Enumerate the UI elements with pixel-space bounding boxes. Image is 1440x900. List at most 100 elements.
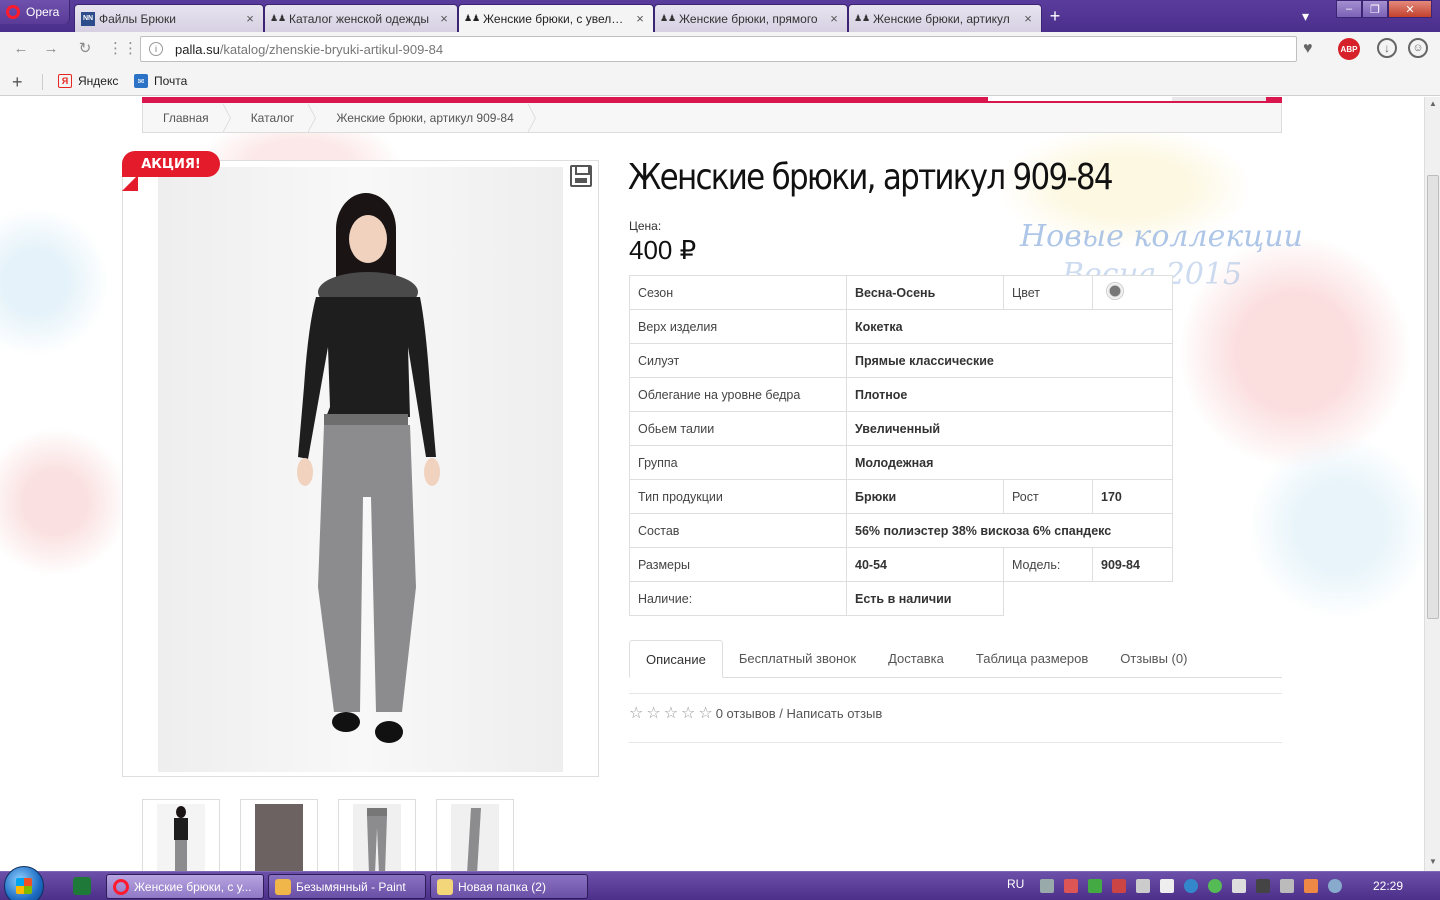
breadcrumb-home[interactable]: Главная: [143, 102, 231, 133]
heart-bookmark-icon[interactable]: ♥: [1303, 40, 1313, 58]
opera-logo-icon: [6, 5, 20, 19]
close-tab-icon[interactable]: ×: [243, 11, 257, 26]
attr-value: 170: [1092, 479, 1173, 514]
close-tab-icon[interactable]: ×: [633, 11, 647, 26]
windows-logo-icon: [16, 878, 32, 894]
tray-monitor-icon[interactable]: [1040, 879, 1054, 893]
star-rating-icon[interactable]: ☆: [629, 703, 643, 723]
opera-icon: [113, 878, 129, 895]
palla-favicon-icon: ♟♟: [269, 13, 287, 23]
url-field[interactable]: i palla.su/katalog/zhenskie-bryuki-artik…: [140, 36, 1297, 62]
download-icon[interactable]: ↓: [1377, 38, 1397, 58]
product-thumbnail-2[interactable]: [240, 799, 318, 871]
tray-shield-icon[interactable]: [1088, 879, 1102, 893]
adblock-plus-icon[interactable]: ABP: [1338, 38, 1360, 60]
scroll-down-arrow-icon[interactable]: ▼: [1425, 855, 1440, 869]
taskbar-item-paint[interactable]: Безымянный - Paint: [268, 874, 426, 899]
tray-app-icon[interactable]: [1256, 879, 1270, 893]
new-tab-plus-icon[interactable]: +: [1046, 7, 1064, 25]
opera-menu-button[interactable]: Opera: [0, 0, 70, 24]
site-search-button[interactable]: [1172, 97, 1266, 101]
color-swatch-icon[interactable]: [1106, 282, 1124, 300]
attr-value: 56% полиэстер 38% вискоза 6% спандекс: [846, 513, 1173, 548]
breadcrumb-catalog[interactable]: Каталог: [231, 102, 317, 133]
tab-reviews[interactable]: Отзывы (0): [1104, 640, 1203, 678]
reload-icon[interactable]: ↻: [76, 40, 94, 58]
new-collection-watermark: Новые коллекции: [1020, 219, 1303, 254]
browser-tab-4[interactable]: ♟♟ Женские брюки, прямого ×: [654, 4, 848, 32]
window-controls: – ❐ ✕: [1336, 0, 1432, 20]
attr-label: Модель:: [1003, 547, 1093, 582]
browser-tab-2[interactable]: ♟♟ Каталог женской одежды ×: [264, 4, 458, 32]
system-clock[interactable]: 22:29: [1373, 879, 1403, 893]
tray-app-icon[interactable]: [1304, 879, 1318, 893]
product-thumbnail-3[interactable]: [338, 799, 416, 871]
reviews-link[interactable]: 0 отзывов / Написать отзыв: [716, 706, 883, 721]
tab-description[interactable]: Описание: [629, 640, 723, 678]
tray-device-icon[interactable]: [1136, 879, 1150, 893]
bookmark-label: Яндекс: [78, 74, 119, 88]
star-rating-icon[interactable]: ☆: [646, 703, 660, 723]
keyboard-language-indicator[interactable]: RU: [1007, 877, 1024, 891]
forward-arrow-icon[interactable]: →: [42, 40, 60, 58]
product-thumbnail-1[interactable]: [142, 799, 220, 871]
excel-icon[interactable]: [73, 877, 91, 895]
browser-tab-5[interactable]: ♟♟ Женские брюки, артикул ×: [848, 4, 1042, 32]
paint-icon: [275, 878, 291, 895]
tray-globe-icon[interactable]: [1328, 879, 1342, 893]
product-thumbnail-4[interactable]: [436, 799, 514, 871]
breadcrumb-current[interactable]: Женские брюки, артикул 909-84: [316, 102, 537, 133]
thumbnail-trousers-side-image: [467, 808, 481, 871]
save-floppy-icon[interactable]: [570, 165, 592, 187]
tab-menu-chevron-icon[interactable]: ▾: [1302, 8, 1309, 25]
tray-app-icon[interactable]: [1064, 879, 1078, 893]
table-row: Группа Молодежная: [629, 445, 1173, 480]
attr-label: Цвет: [1003, 275, 1093, 310]
table-row: Сезон Весна-Осень Цвет: [629, 275, 1173, 310]
browser-tab-1[interactable]: NN Файлы Брюки ×: [74, 4, 264, 32]
product-tabs: Описание Бесплатный звонок Доставка Табл…: [629, 640, 1282, 678]
palla-favicon-icon: ♟♟: [853, 13, 871, 23]
yandex-icon: Я: [58, 74, 72, 88]
product-image-frame[interactable]: [122, 160, 599, 777]
bookmark-pochta[interactable]: ✉ Почта: [134, 74, 187, 88]
scrollbar-thumb[interactable]: [1427, 175, 1439, 619]
add-bookmark-plus-icon[interactable]: +: [12, 72, 23, 93]
taskbar-item-opera[interactable]: Женские брюки, с у...: [106, 874, 264, 899]
tray-torrent-icon[interactable]: [1208, 879, 1222, 893]
star-rating-icon[interactable]: ☆: [698, 703, 712, 723]
window-close-icon[interactable]: ✕: [1388, 0, 1432, 18]
start-button[interactable]: [4, 866, 44, 900]
speed-dial-grid-icon[interactable]: ⋮⋮: [108, 40, 138, 58]
star-rating-icon[interactable]: ☆: [664, 703, 678, 723]
site-info-icon[interactable]: i: [149, 42, 163, 56]
palla-favicon-icon: ♟♟: [463, 13, 481, 23]
page-scrollbar[interactable]: ▲ ▼: [1424, 97, 1440, 871]
maximize-icon[interactable]: ❐: [1362, 0, 1388, 18]
taskbar-item-folder[interactable]: Новая папка (2): [430, 874, 588, 899]
star-rating-icon[interactable]: ☆: [681, 703, 695, 723]
site-search-input[interactable]: [988, 97, 1172, 101]
tab-size-chart[interactable]: Таблица размеров: [960, 640, 1104, 678]
close-tab-icon[interactable]: ×: [437, 11, 451, 26]
scroll-up-arrow-icon[interactable]: ▲: [1425, 97, 1440, 111]
tray-app-icon[interactable]: [1112, 879, 1126, 893]
bookmark-yandex[interactable]: Я Яндекс: [58, 74, 118, 88]
tray-app-icon[interactable]: [1184, 879, 1198, 893]
close-tab-icon[interactable]: ×: [1021, 11, 1035, 26]
tab-free-call[interactable]: Бесплатный звонок: [723, 640, 872, 678]
bookmarks-divider: [42, 74, 43, 90]
minimize-icon[interactable]: –: [1336, 0, 1362, 18]
sale-badge-tail: [122, 175, 138, 191]
product-photo[interactable]: [158, 167, 563, 772]
back-arrow-icon[interactable]: ←: [12, 40, 30, 58]
tray-volume-icon[interactable]: [1232, 879, 1246, 893]
tray-signal-icon[interactable]: [1160, 879, 1174, 893]
user-profile-icon[interactable]: ☺: [1408, 38, 1428, 58]
attr-label: Размеры: [629, 547, 847, 582]
browser-tab-3-active[interactable]: ♟♟ Женские брюки, с увеличенным ×: [458, 4, 654, 32]
tab-title: Файлы Брюки: [99, 11, 176, 26]
tab-delivery[interactable]: Доставка: [872, 640, 960, 678]
close-tab-icon[interactable]: ×: [827, 11, 841, 26]
tray-network-icon[interactable]: [1280, 879, 1294, 893]
